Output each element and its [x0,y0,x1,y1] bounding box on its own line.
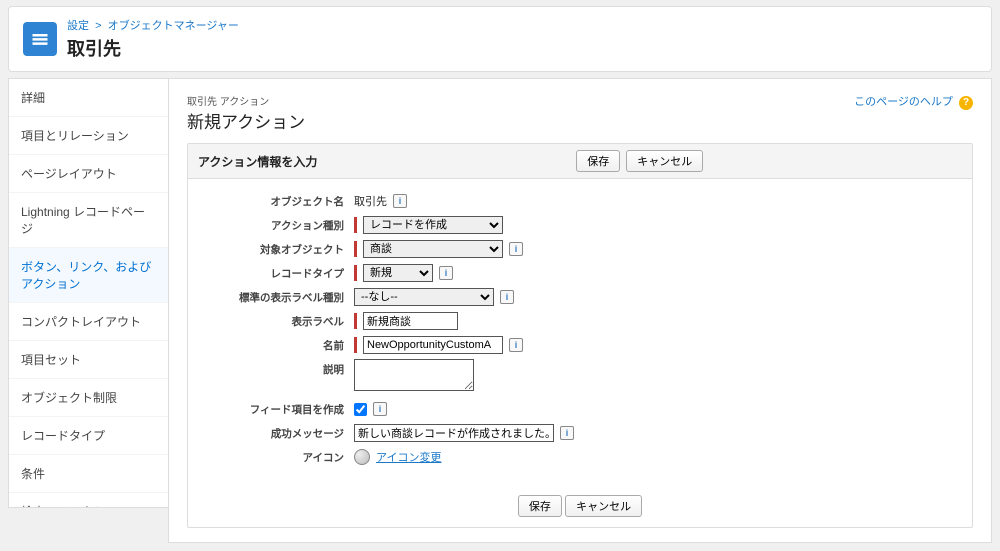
label-create-feed: フィード項目を作成 [204,402,354,417]
label-description: 説明 [204,359,354,377]
sidebar-item-10[interactable]: 検索レイアウト [9,493,168,508]
required-marker [354,217,357,233]
info-icon[interactable]: i [560,426,574,440]
sidebar-item-8[interactable]: レコードタイプ [9,417,168,455]
checkbox-create-feed[interactable] [354,403,367,416]
info-icon[interactable]: i [393,194,407,208]
sidebar-item-0[interactable]: 詳細 [9,79,168,117]
label-name: 名前 [204,338,354,353]
help-link-wrap: このページのヘルプ ? [854,93,973,110]
breadcrumb-setup[interactable]: 設定 [67,20,89,32]
info-icon[interactable]: i [439,266,453,280]
input-success-msg[interactable] [354,424,554,442]
sidebar-item-1[interactable]: 項目とリレーション [9,117,168,155]
page-header: 設定 > オブジェクトマネージャー 取引先 [8,6,992,72]
info-icon[interactable]: i [509,338,523,352]
save-button-top[interactable]: 保存 [576,150,620,172]
required-marker [354,337,357,353]
sidebar-item-3[interactable]: Lightning レコードページ [9,193,168,248]
sidebar-item-6[interactable]: 項目セット [9,341,168,379]
cancel-button-bottom[interactable]: キャンセル [565,495,642,517]
breadcrumb: 設定 > オブジェクトマネージャー [67,17,239,33]
label-target-object: 対象オブジェクト [204,242,354,257]
action-title: 新規アクション [187,108,973,133]
value-object-name: 取引先 [354,193,387,209]
form-body: オブジェクト名 取引先 i アクション種別 レコードを作成 対象オブジェクト [188,179,972,485]
sidebar-item-7[interactable]: オブジェクト制限 [9,379,168,417]
sidebar: 詳細項目とリレーションページレイアウトLightning レコードページボタン、… [8,78,168,508]
bottom-buttons: 保存 キャンセル [188,485,972,527]
label-icon: アイコン [204,450,354,465]
object-icon [23,22,57,56]
form-panel: アクション情報を入力 保存 キャンセル オブジェクト名 取引先 i アクション種… [187,143,973,528]
info-icon[interactable]: i [500,290,514,304]
main-panel: 取引先 アクション 新規アクション このページのヘルプ ? アクション情報を入力… [168,78,992,543]
change-icon-link[interactable]: アイコン変更 [376,449,441,465]
breadcrumb-objmgr[interactable]: オブジェクトマネージャー [108,20,239,32]
label-action-type: アクション種別 [204,218,354,233]
select-target-object[interactable]: 商談 [363,240,503,258]
panel-title: アクション情報を入力 [198,153,317,170]
help-link[interactable]: このページのヘルプ [854,96,953,108]
select-record-type[interactable]: 新規 [363,264,433,282]
sidebar-item-5[interactable]: コンパクトレイアウト [9,303,168,341]
sidebar-item-4[interactable]: ボタン、リンク、およびアクション [9,248,168,303]
select-std-label-type[interactable]: --なし-- [354,288,494,306]
sidebar-item-2[interactable]: ページレイアウト [9,155,168,193]
textarea-description[interactable] [354,359,474,391]
save-button-bottom[interactable]: 保存 [518,495,562,517]
panel-header: アクション情報を入力 保存 キャンセル [188,144,972,179]
globe-icon [354,449,370,465]
label-record-type: レコードタイプ [204,266,354,281]
info-icon[interactable]: i [373,402,387,416]
required-marker [354,265,357,281]
info-icon[interactable]: i [509,242,523,256]
cancel-button-top[interactable]: キャンセル [626,150,703,172]
label-std-label-type: 標準の表示ラベル種別 [204,290,354,305]
select-action-type[interactable]: レコードを作成 [363,216,503,234]
required-marker [354,313,357,329]
input-display-label[interactable] [363,312,458,330]
label-success-msg: 成功メッセージ [204,426,354,441]
label-display-label: 表示ラベル [204,314,354,329]
page-title: 取引先 [67,35,239,61]
input-name[interactable] [363,336,503,354]
required-marker [354,241,357,257]
help-icon[interactable]: ? [959,96,973,110]
sidebar-item-9[interactable]: 条件 [9,455,168,493]
label-object-name: オブジェクト名 [204,194,354,209]
